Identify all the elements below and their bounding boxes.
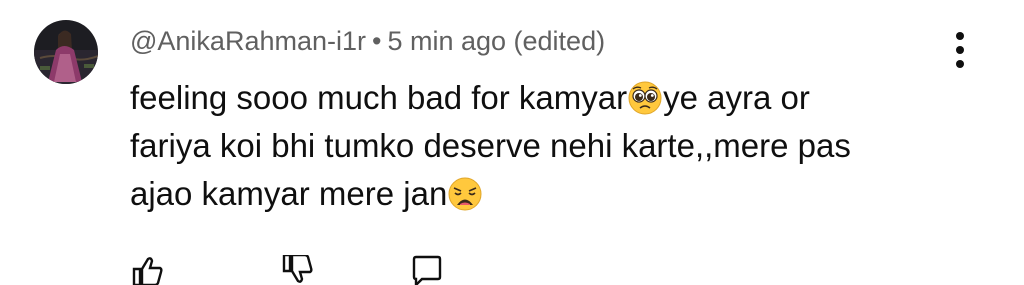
reply-icon[interactable] <box>410 255 444 285</box>
comment-text-segment: feeling sooo much bad for kamyar <box>130 79 628 116</box>
comment-text-segment: ajao kamyar mere jan <box>130 175 448 212</box>
more-options-button[interactable] <box>946 30 974 70</box>
comment-line-2: fariya koi bhi tumko deserve nehi karte,… <box>130 127 851 164</box>
like-icon[interactable] <box>130 255 164 285</box>
menu-dot <box>956 60 964 68</box>
dislike-icon[interactable] <box>280 255 314 285</box>
weary-face-icon <box>448 177 482 211</box>
comment-line-1: feeling sooo much bad for kamyar ye ayra… <box>130 74 950 122</box>
menu-dot <box>956 32 964 40</box>
meta-separator: • <box>372 26 382 56</box>
author-name[interactable]: @AnikaRahman-i1r <box>130 26 366 56</box>
comment-meta: @AnikaRahman-i1r • 5 min ago (edited) <box>130 24 605 58</box>
pleading-face-icon <box>628 81 662 115</box>
comment-text-segment: ye ayra or <box>663 79 810 116</box>
comment-item: @AnikaRahman-i1r • 5 min ago (edited) feel… <box>0 0 1024 285</box>
comment-line-3: ajao kamyar mere jan <box>130 170 950 218</box>
menu-dot <box>956 46 964 54</box>
comment-timestamp: 5 min ago (edited) <box>387 26 606 56</box>
avatar[interactable] <box>34 20 98 84</box>
comment-text: feeling sooo much bad for kamyar ye ayra… <box>130 74 950 218</box>
